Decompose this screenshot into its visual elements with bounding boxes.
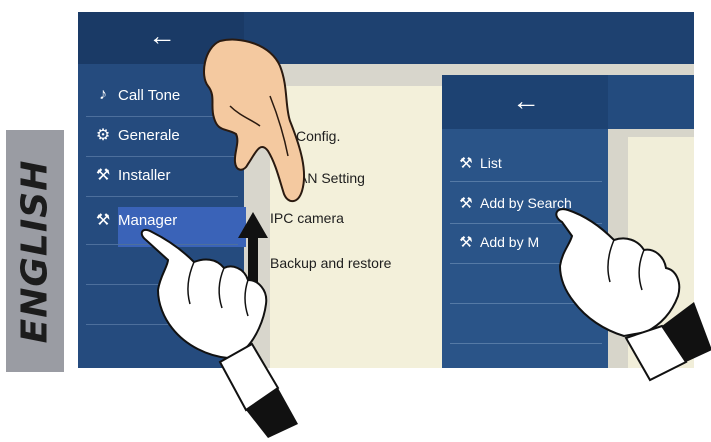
pointing-hand-icon <box>203 38 306 203</box>
gear-icon: ⚙ <box>95 127 111 144</box>
sidebar-item-label: Generale <box>118 126 180 144</box>
tools-icon: ⚒ <box>95 212 111 229</box>
wrench-icon: ⚒ <box>459 234 473 251</box>
sidebar-item-label: Call Tone <box>118 86 181 104</box>
music-note-icon: ♪ <box>99 86 107 103</box>
sidebar-item-label: List <box>480 155 502 171</box>
wrench-icon: ⚒ <box>459 155 473 172</box>
back-arrow-icon: ← <box>512 85 540 116</box>
back-button[interactable]: ← <box>442 75 608 129</box>
sidebar-item-label: Installer <box>118 166 171 184</box>
gloved-hand-icon <box>555 208 711 382</box>
back-arrow-icon: ← <box>148 20 176 51</box>
wrench-icon: ⚒ <box>459 195 473 212</box>
sidebar-item-list[interactable]: ⚒ List <box>442 143 608 183</box>
language-label: ENGLISH <box>14 159 56 343</box>
gloved-hand-icon <box>140 228 298 438</box>
sidebar-item-label: Manager <box>118 211 178 229</box>
language-label-container: ENGLISH <box>6 130 64 372</box>
wrench-icon: ⚒ <box>95 167 111 184</box>
divider <box>450 181 602 182</box>
submenu-item-ipc-camera[interactable]: IPC camera <box>270 210 344 226</box>
